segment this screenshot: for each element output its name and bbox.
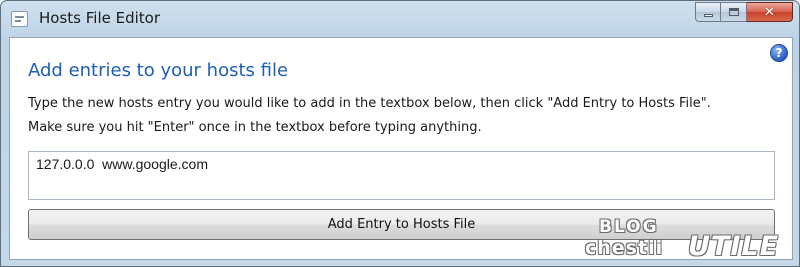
close-icon: ✕ [764, 4, 775, 20]
window-controls: ✕ [695, 2, 793, 23]
instruction-text-1: Type the new hosts entry you would like … [28, 96, 711, 111]
help-icon[interactable]: ? [770, 44, 788, 62]
instruction-text-2: Make sure you hit "Enter" once in the te… [28, 120, 482, 135]
hosts-entry-input[interactable]: 127.0.0.0 www.google.com [28, 151, 775, 200]
app-window: Hosts File Editor ✕ ? Add entries to you… [0, 0, 800, 267]
content-panel: ? Add entries to your hosts file Type th… [9, 37, 793, 260]
page-heading: Add entries to your hosts file [28, 60, 289, 81]
maximize-button[interactable] [721, 2, 747, 22]
app-icon[interactable] [11, 11, 28, 27]
close-button[interactable]: ✕ [747, 2, 793, 22]
window-title: Hosts File Editor [39, 9, 160, 27]
minimize-button[interactable] [695, 2, 721, 22]
minimize-icon [703, 13, 713, 17]
add-entry-button[interactable]: Add Entry to Hosts File [28, 209, 775, 240]
title-bar[interactable]: Hosts File Editor ✕ [1, 1, 799, 37]
maximize-icon [728, 8, 739, 16]
